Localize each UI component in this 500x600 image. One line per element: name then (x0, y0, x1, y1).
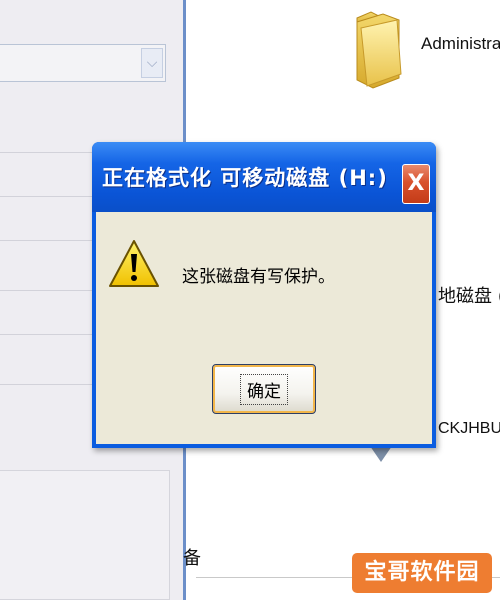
drive-icon-fragment (370, 446, 392, 464)
address-combo-box[interactable]: ⌵ (0, 44, 166, 82)
dialog-titlebar[interactable]: 正在格式化 可移动磁盘 (H:) X (92, 142, 436, 212)
details-panel (0, 470, 170, 600)
dialog-message: 这张磁盘有写保护。 (182, 267, 335, 287)
warning-icon (108, 238, 160, 290)
ok-button-label: 确定 (240, 373, 288, 405)
dialog-body: 这张磁盘有写保护。 确定 (96, 212, 432, 444)
ok-button[interactable]: 确定 (212, 364, 316, 414)
watermark: 宝哥软件园 (352, 553, 492, 593)
folder-icon[interactable] (353, 8, 405, 90)
drive-label-partial: 地磁盘 ( (438, 286, 500, 307)
folder-label: Administrato (421, 34, 500, 53)
drive-name-partial: CKJHBUF (438, 420, 500, 437)
chevron-down-icon[interactable]: ⌵ (141, 48, 163, 78)
text-fragment: 备 (183, 548, 201, 569)
dialog-title: 正在格式化 可移动磁盘 (H:) (102, 166, 388, 190)
close-button[interactable]: X (402, 164, 430, 204)
format-error-dialog: 正在格式化 可移动磁盘 (H:) X 这张磁盘有写保护。 确定 (92, 142, 436, 448)
